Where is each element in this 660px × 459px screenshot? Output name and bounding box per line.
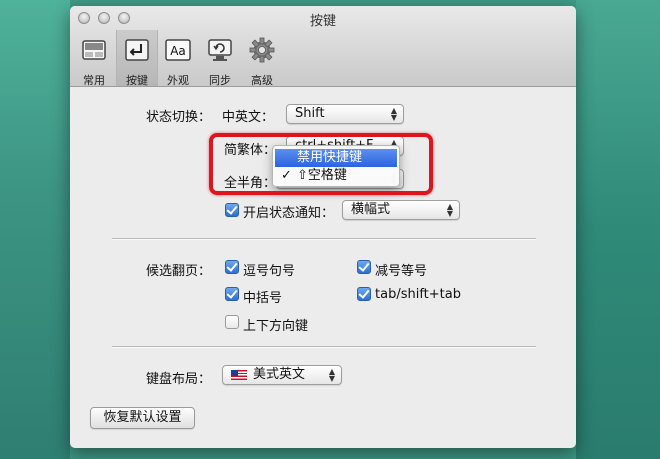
paging-comma-period-label: 逗号句号 — [243, 264, 296, 279]
paging-minus-equal-label: 减号等号 — [375, 264, 428, 279]
popup-arrows-icon: ▲▼ — [446, 202, 453, 218]
keyboard-layout-popup[interactable]: 美式英文 ▲ ▼ — [222, 365, 342, 385]
titlebar: 按键 常用 按键 Aa 外观 同步 高级 — [70, 6, 576, 87]
notify-label: 开启状态通知： — [243, 206, 335, 221]
keyboard-icon — [125, 39, 149, 61]
desktop-background-right — [576, 0, 660, 459]
paging-arrow-keys-checkbox[interactable] — [225, 315, 239, 329]
toolbar-tab-sync[interactable]: 同步 — [200, 32, 240, 87]
section-divider — [112, 346, 536, 348]
preferences-window: 按键 常用 按键 Aa 外观 同步 高级 状态切换： 中英文： Shift ▲ … — [70, 6, 576, 448]
us-flag-icon — [231, 370, 247, 380]
annotation-highlight-box — [209, 133, 433, 195]
gear-icon — [249, 37, 275, 63]
cn-en-popup[interactable]: Shift ▲ ▼ — [286, 104, 404, 124]
section-divider — [112, 238, 536, 240]
toolbar-tab-label: 常用 — [83, 74, 105, 87]
paging-comma-period-checkbox[interactable] — [225, 260, 239, 274]
paging-minus-equal-checkbox[interactable] — [357, 260, 371, 274]
toolbar-tab-keys[interactable]: 按键 — [116, 30, 158, 87]
toolbar-tab-label: 高级 — [251, 74, 273, 87]
toolbar-tab-label: 外观 — [167, 74, 189, 87]
paging-brackets-checkbox[interactable] — [225, 287, 239, 301]
svg-text:Aa: Aa — [170, 44, 186, 58]
toolbar-tab-advanced[interactable]: 高级 — [242, 32, 282, 87]
popup-arrows-icon: ▲▼ — [328, 367, 335, 383]
restore-defaults-button[interactable]: 恢复默认设置 — [90, 407, 195, 429]
toolbar-tab-appearance[interactable]: Aa 外观 — [158, 32, 198, 87]
paging-tab-checkbox[interactable] — [357, 287, 371, 301]
general-icon — [82, 40, 106, 60]
keyboard-layout-label: 键盘布局： — [146, 372, 212, 387]
desktop-background-left — [0, 0, 70, 459]
popup-arrows-icon: ▲▼ — [390, 106, 397, 122]
notify-style-popup[interactable]: 横幅式 ▲ ▼ — [342, 200, 460, 220]
state-switch-label: 状态切换： — [146, 110, 212, 125]
paging-arrow-keys-label: 上下方向键 — [243, 319, 309, 334]
notify-style-value: 横幅式 — [351, 202, 391, 217]
cn-en-label: 中英文： — [222, 110, 275, 125]
toolbar-tab-label: 按键 — [126, 74, 148, 87]
window-title: 按键 — [309, 14, 336, 29]
candidate-paging-label: 候选翻页： — [146, 264, 212, 279]
cn-en-value: Shift — [295, 106, 325, 121]
paging-brackets-label: 中括号 — [243, 291, 283, 306]
toolbar-tab-label: 同步 — [209, 74, 231, 87]
toolbar-tab-general[interactable]: 常用 — [74, 32, 114, 87]
sync-icon — [208, 39, 232, 61]
paging-tab-label: tab/shift+tab — [375, 287, 461, 302]
appearance-icon: Aa — [165, 39, 191, 61]
keyboard-layout-value: 美式英文 — [253, 367, 306, 382]
notify-checkbox[interactable] — [225, 203, 239, 217]
